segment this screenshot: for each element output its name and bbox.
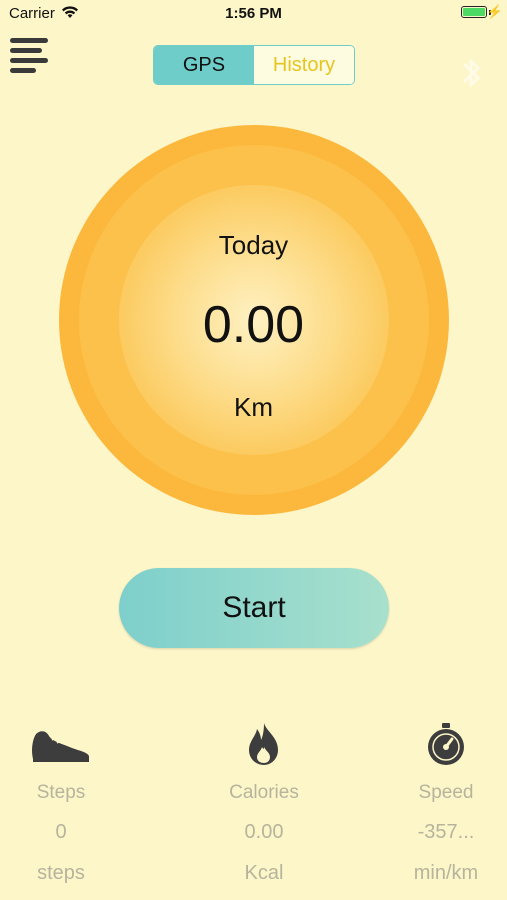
- tab-gps[interactable]: GPS: [154, 46, 254, 84]
- distance-unit: Km: [234, 392, 273, 422]
- stat-speed: Speed -357... min/km: [376, 720, 507, 885]
- start-button[interactable]: Start: [119, 568, 389, 648]
- flame-icon: [194, 720, 334, 768]
- speedometer-icon: [376, 720, 507, 768]
- stat-calories: Calories 0.00 Kcal: [194, 720, 334, 885]
- period-label: Today: [218, 230, 289, 260]
- speed-value: -357...: [417, 821, 475, 843]
- calories-label: Calories: [229, 782, 299, 803]
- status-bar: Carrier 1:56 PM ⚡: [0, 0, 507, 28]
- stat-steps: Steps 0 steps: [0, 720, 131, 885]
- speed-label: Speed: [418, 782, 474, 803]
- speed-unit: min/km: [413, 862, 479, 884]
- shoe-icon: [0, 720, 131, 768]
- calories-unit: Kcal: [244, 862, 284, 884]
- steps-unit: steps: [37, 862, 85, 884]
- hamburger-menu-icon[interactable]: [10, 38, 50, 74]
- calories-value: 0.00: [244, 821, 284, 843]
- status-time: 1:56 PM: [225, 5, 282, 22]
- steps-value: 0: [55, 821, 67, 843]
- tab-history[interactable]: History: [254, 46, 354, 84]
- charging-bolt-icon: ⚡: [486, 4, 503, 19]
- mode-segmented-control: GPS History: [153, 45, 355, 85]
- steps-label: Steps: [36, 782, 86, 803]
- battery-icon: [461, 6, 487, 18]
- bluetooth-icon[interactable]: [462, 56, 482, 97]
- distance-value: 0.00: [202, 296, 305, 354]
